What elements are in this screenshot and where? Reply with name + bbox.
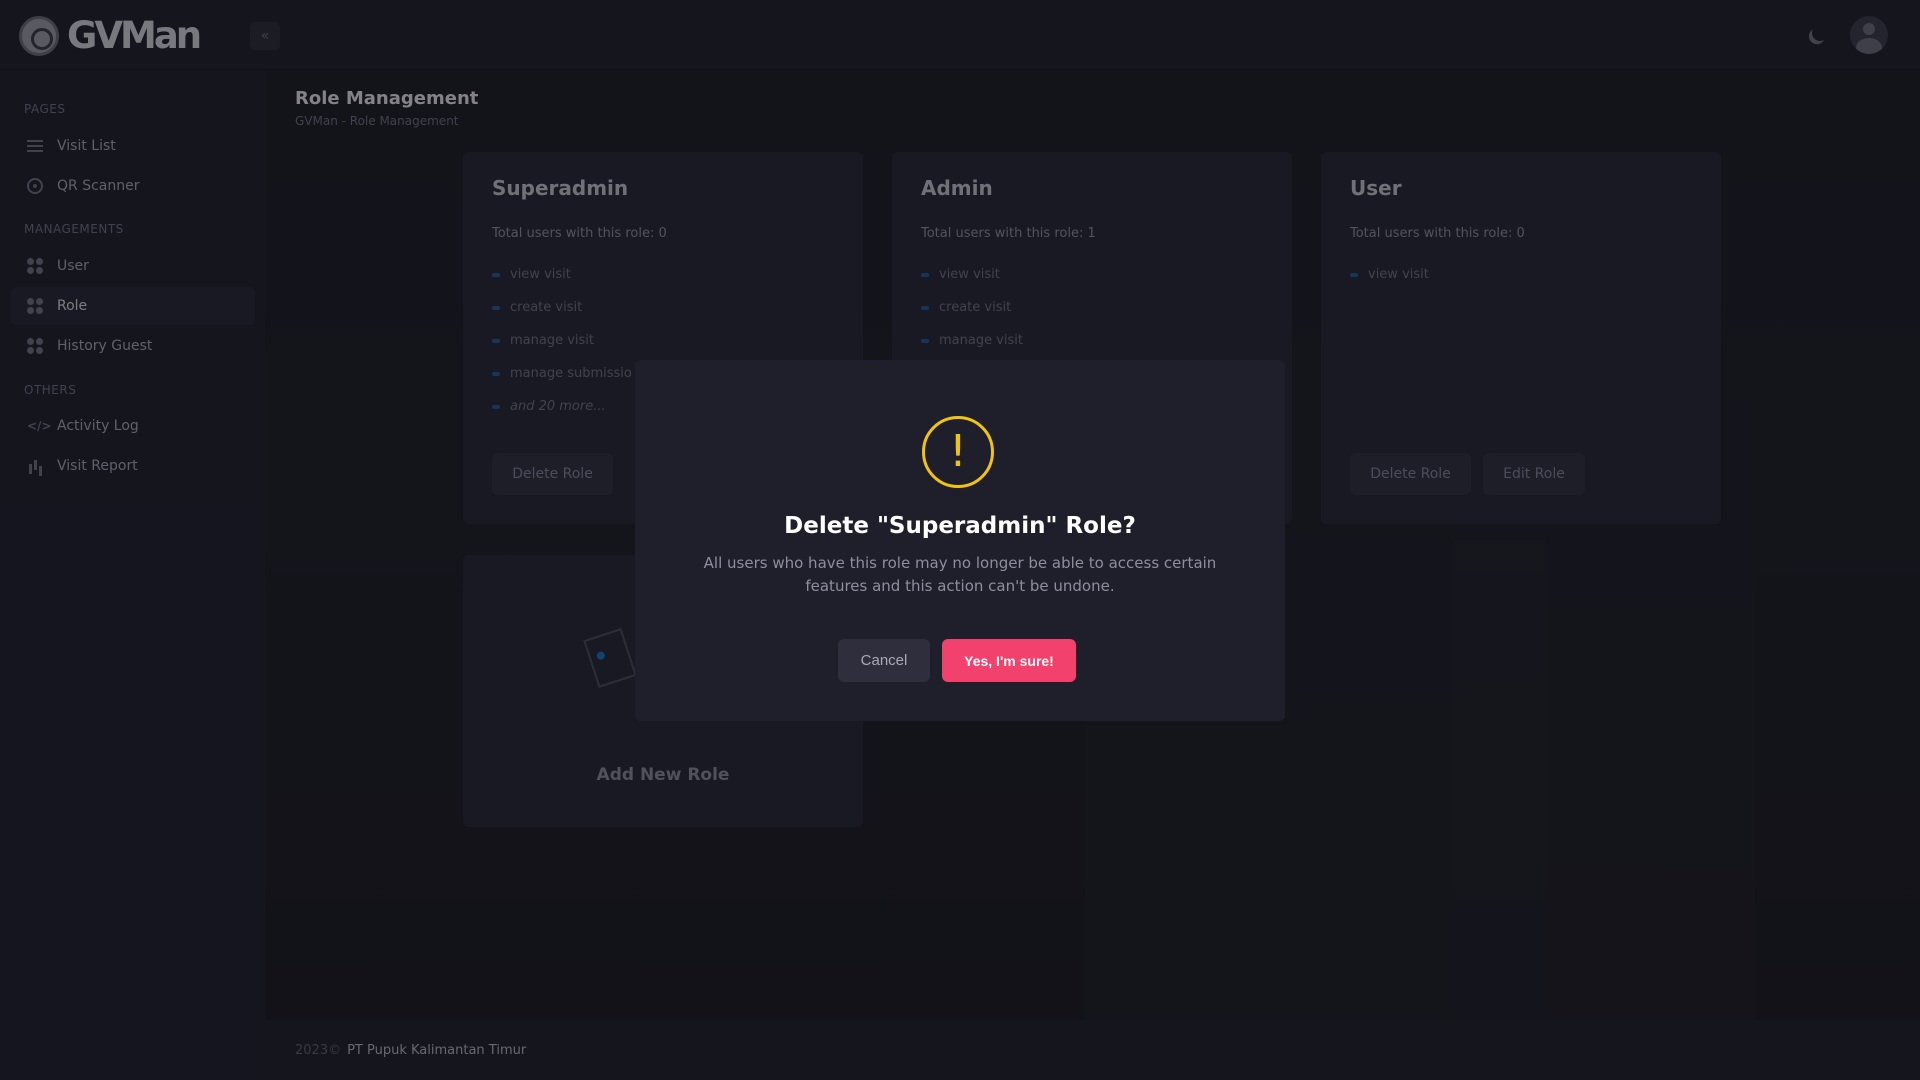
delete-role-dialog: ! Delete "Superadmin" Role? All users wh… <box>635 360 1285 721</box>
dialog-message: All users who have this role may no long… <box>703 554 1217 595</box>
confirm-delete-button[interactable]: Yes, I'm sure! <box>942 639 1076 682</box>
cancel-button[interactable]: Cancel <box>838 639 930 682</box>
warning-icon: ! <box>922 416 994 488</box>
dialog-title: Delete "Superadmin" Role? <box>784 513 1136 539</box>
